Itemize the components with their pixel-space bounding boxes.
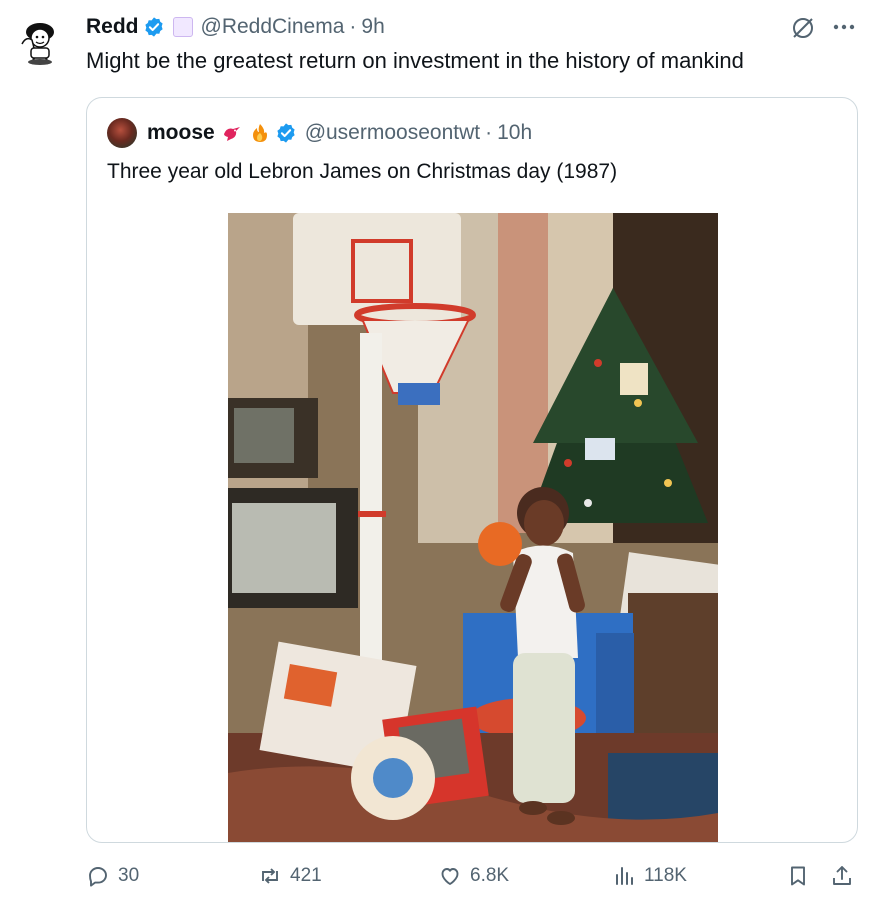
more-icon[interactable] bbox=[830, 14, 858, 40]
quote-author-name[interactable]: moose bbox=[147, 121, 215, 145]
like-icon bbox=[441, 868, 459, 885]
bird-emoji-icon bbox=[223, 127, 240, 141]
avatar-cartoon-icon bbox=[21, 23, 54, 65]
reply-icon bbox=[89, 867, 107, 887]
author-avatar[interactable] bbox=[14, 14, 66, 66]
repost-button[interactable]: 421 bbox=[258, 864, 322, 888]
tweet-text: Might be the greatest return on investme… bbox=[86, 48, 744, 73]
like-count: 6.8K bbox=[470, 865, 510, 886]
action-bar: 30 421 6.8K 118K bbox=[86, 860, 858, 896]
author-handle[interactable]: @ReddCinema bbox=[201, 15, 345, 39]
separator-dot: · bbox=[485, 121, 493, 144]
repost-icon bbox=[262, 868, 278, 884]
verified-badge-icon[interactable] bbox=[275, 122, 297, 144]
bookmark-button[interactable] bbox=[786, 864, 818, 888]
repost-count: 421 bbox=[290, 865, 322, 886]
quote-time[interactable]: 10h bbox=[497, 121, 532, 145]
quote-text: Three year old Lebron James on Christmas… bbox=[107, 160, 618, 183]
bookmark-icon bbox=[791, 866, 805, 886]
like-button[interactable]: 6.8K bbox=[438, 864, 509, 888]
separator-dot: · bbox=[349, 15, 357, 38]
quote-photo[interactable] bbox=[228, 213, 718, 842]
grok-icon[interactable] bbox=[790, 15, 816, 41]
reply-count: 30 bbox=[118, 865, 140, 886]
tweet-time[interactable]: 9h bbox=[361, 15, 384, 39]
views-count: 118K bbox=[644, 865, 687, 886]
tweet-header: Redd @ReddCinema · 9h bbox=[86, 13, 385, 41]
quoted-tweet[interactable]: moose @usermooseontwt · 10h Three year o… bbox=[86, 97, 858, 843]
quote-author-handle[interactable]: @usermooseontwt bbox=[305, 121, 480, 145]
author-name[interactable]: Redd bbox=[86, 15, 139, 39]
quote-header: moose @usermooseontwt · 10h bbox=[107, 118, 532, 148]
affiliate-badge-icon[interactable] bbox=[172, 17, 193, 37]
views-button[interactable]: 118K bbox=[612, 864, 687, 888]
verified-badge-icon[interactable] bbox=[143, 16, 165, 38]
views-icon bbox=[616, 867, 633, 885]
share-button[interactable] bbox=[830, 864, 862, 888]
fire-emoji-icon bbox=[252, 124, 267, 142]
share-icon bbox=[833, 866, 851, 885]
quote-avatar[interactable] bbox=[107, 118, 137, 148]
reply-button[interactable]: 30 bbox=[86, 864, 139, 888]
